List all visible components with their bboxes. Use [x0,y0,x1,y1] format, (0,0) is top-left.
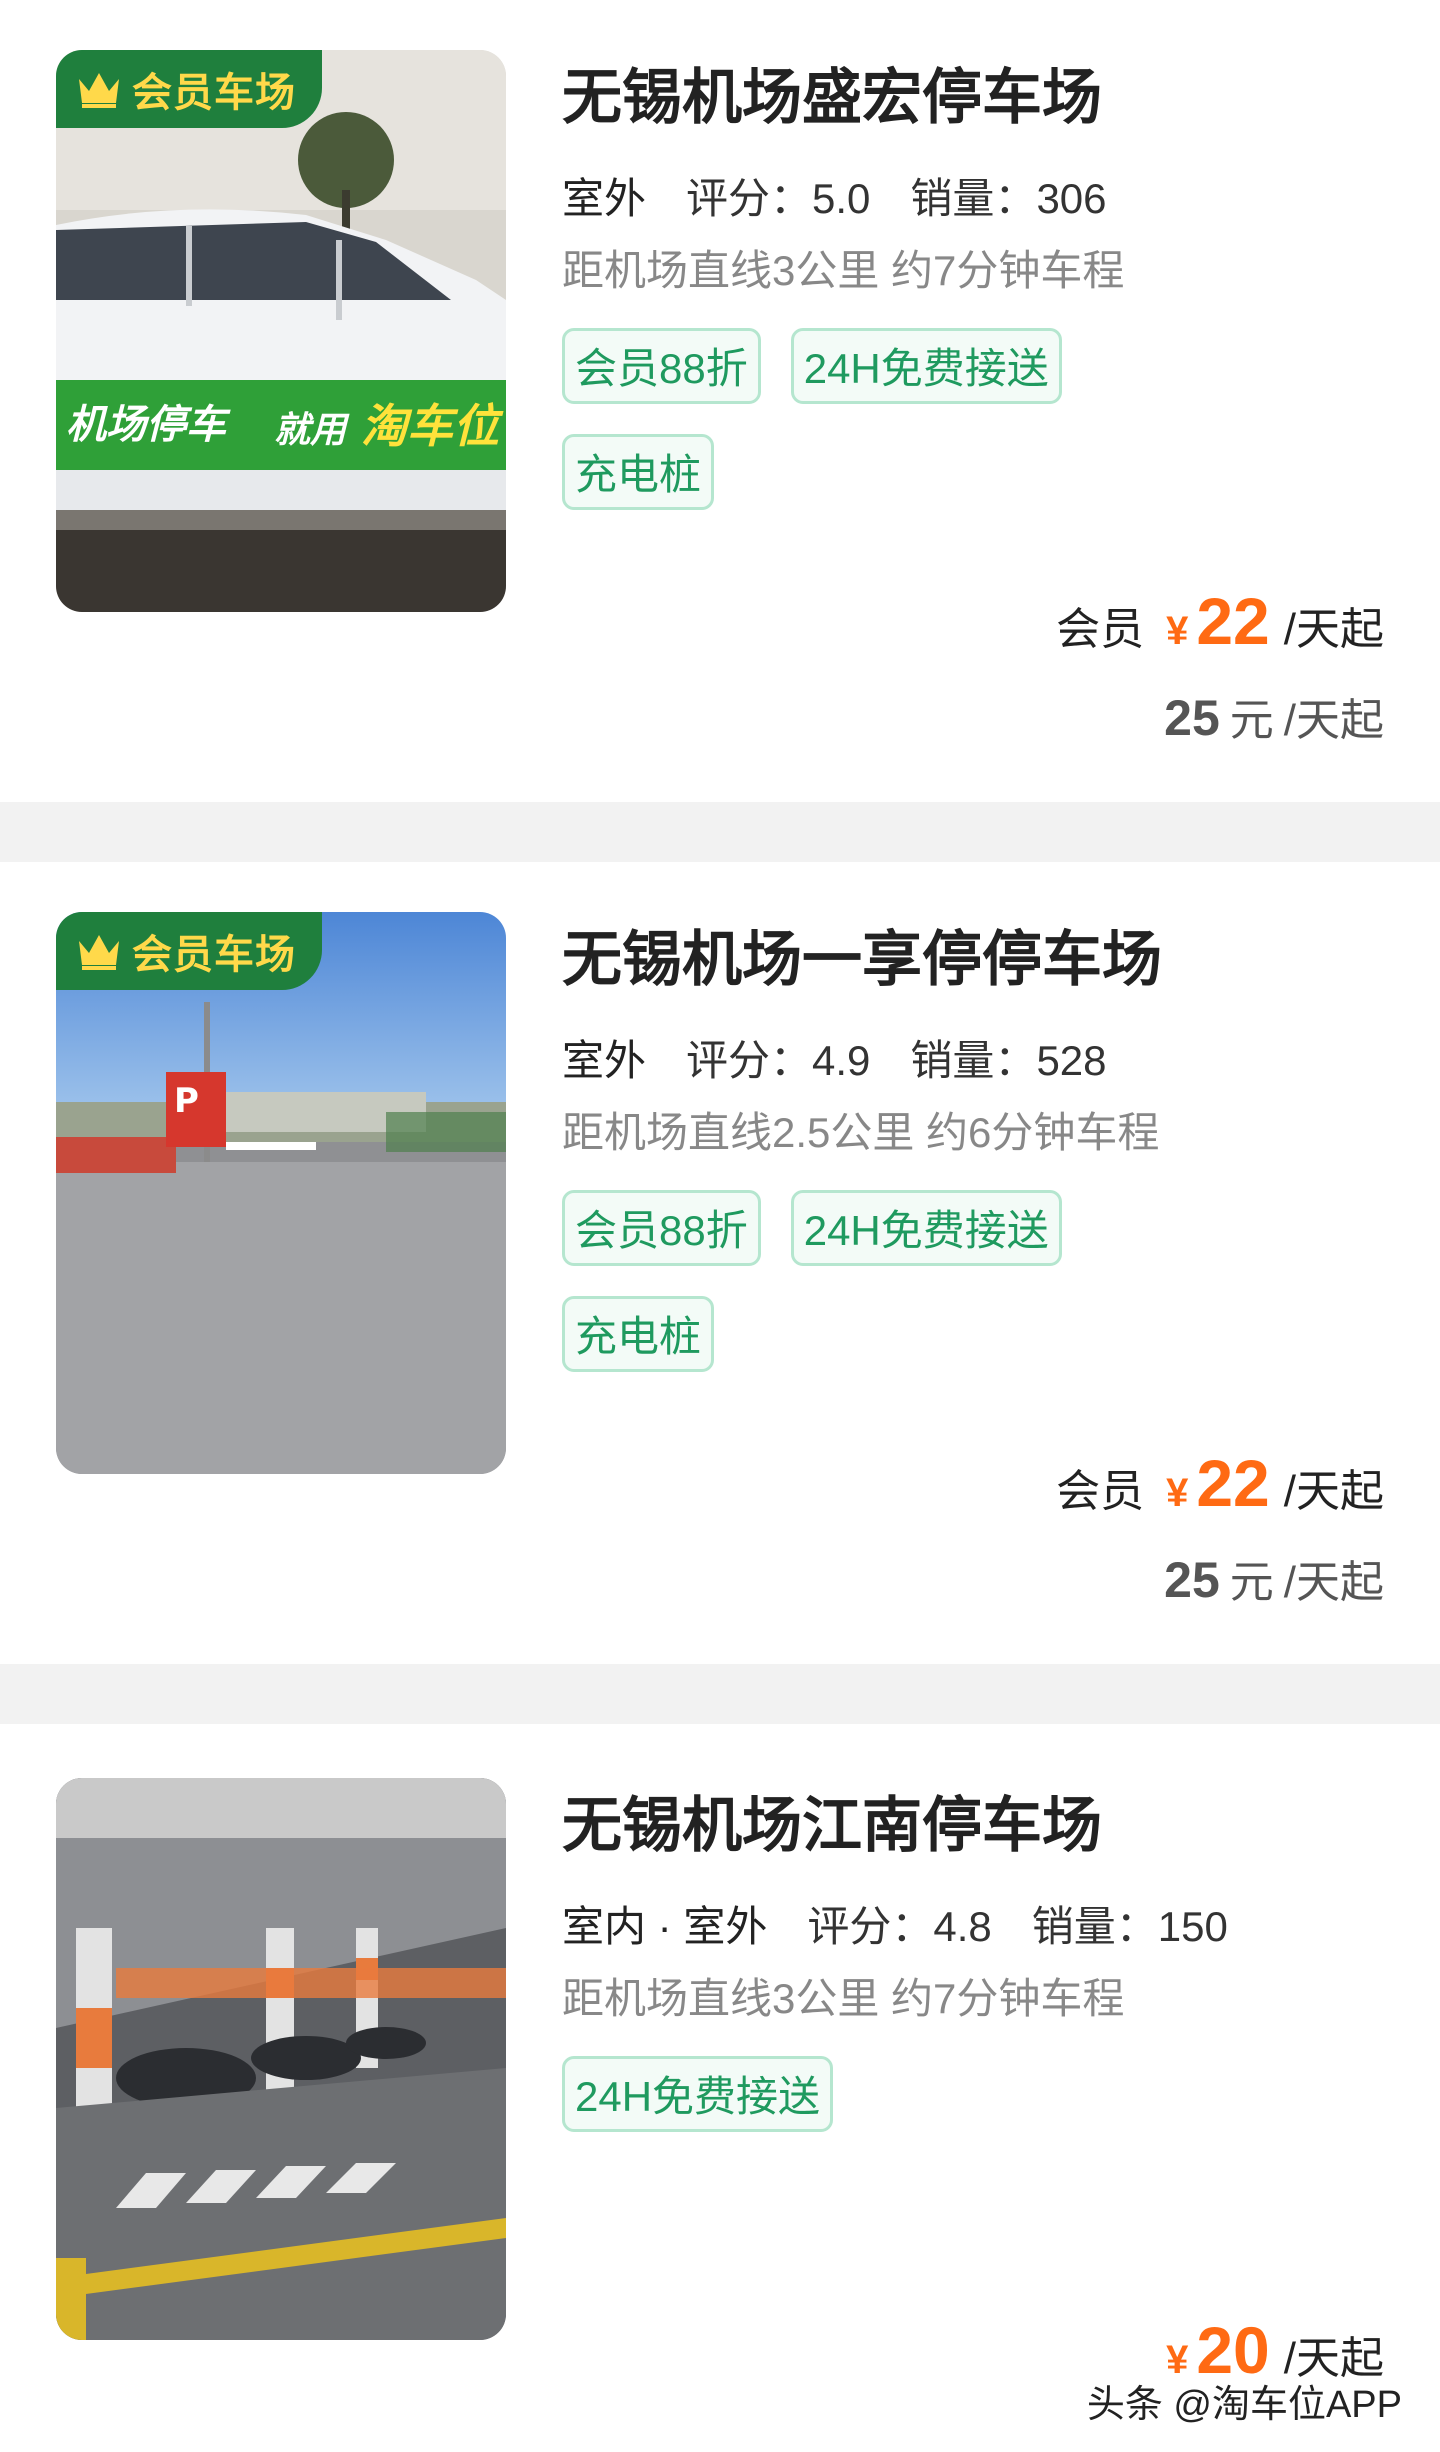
tag-free-shuttle: 24H免费接送 [790,328,1062,404]
rating: 评分：4.8 [807,1902,992,1950]
member-price-label: 会员 [1056,1467,1145,1516]
lot-meta: 室外 评分：4.9 销量：528 [562,1026,1384,1094]
environment-label: 室外 [562,165,647,232]
price-unit: /天起 [1283,605,1384,654]
distance-text: 距机场直线3公里 约7分钟车程 [562,1975,1125,2022]
lot-name[interactable]: 无锡机场盛宏停车场 [562,50,1384,146]
distance-text: 距机场直线3公里 约7分钟车程 [562,247,1125,294]
original-price-value: 25 [1164,1552,1220,1608]
indoor-lot-photo-image [56,1778,506,2340]
lot-photo[interactable]: P 会员车场 [56,912,506,1474]
parking-card-1[interactable]: 机场停车 就用 淘车位 会员车场 无锡机场盛宏停车场 室外 评分：5.0 销量：… [0,0,1440,802]
feature-tags: 会员88折 24H免费接送 充电桩 [562,328,1122,510]
original-price-currency: 元 [1229,696,1274,745]
sales: 销量：150 [1031,1902,1228,1950]
banner-text-2: 就用 [274,410,350,451]
tag-charging-pile: 充电桩 [562,434,715,510]
tag-free-shuttle: 24H免费接送 [562,2056,834,2132]
price-unit: /天起 [1283,1467,1384,1516]
banner-text-1: 机场停车 [66,402,231,448]
price-value: 22 [1196,584,1270,658]
original-price-currency: 元 [1229,1558,1274,1607]
original-price-value: 25 [1164,690,1220,746]
vip-lot-badge: 会员车场 [56,50,322,128]
parking-sign-letter: P [174,1081,199,1121]
vip-lot-badge: 会员车场 [56,912,322,990]
outdoor-lot-photo-image: P [56,912,506,1474]
banner-text-3: 淘车位 [361,399,504,453]
feature-tags: 会员88折 24H免费接送 充电桩 [562,1190,1122,1372]
tag-member-discount: 会员88折 [562,1190,761,1266]
parking-card-3[interactable]: 无锡机场江南停车场 室内 · 室外 评分：4.8 销量：150 距机场直线3公里… [0,1724,1440,2452]
tag-charging-pile: 充电桩 [562,1296,715,1372]
original-price: 25 元 /天起 [1164,684,1384,748]
tag-member-discount: 会员88折 [562,328,761,404]
rating: 评分：4.9 [686,1036,871,1084]
van-photo-image: 机场停车 就用 淘车位 [56,50,506,612]
lot-meta: 室外 评分：5.0 销量：306 [562,164,1384,232]
lot-meta: 室内 · 室外 评分：4.8 销量：150 [562,1892,1384,1960]
distance-text: 距机场直线2.5公里 约6分钟车程 [562,1109,1160,1156]
sales: 销量：306 [910,174,1107,222]
sales: 销量：528 [910,1036,1107,1084]
currency-symbol: ¥ [1166,1471,1189,1515]
tag-free-shuttle: 24H免费接送 [790,1190,1062,1266]
source-watermark: 头条 @淘车位APP [1086,2384,1402,2426]
parking-card-2[interactable]: P 会员车场 无锡机场一享停停车场 室外 评分：4.9 销量：528 距机场直线… [0,862,1440,1664]
original-price: 25 元 /天起 [1164,1546,1384,1610]
environment-label: 室内 · 室外 [562,1893,768,1960]
rating: 评分：5.0 [686,174,871,222]
environment-label: 室外 [562,1027,647,1094]
member-price: 会员 ¥ 22 /天起 [1056,1445,1384,1521]
vip-lot-badge-label: 会员车场 [132,71,296,115]
lot-name[interactable]: 无锡机场江南停车场 [562,1778,1384,1874]
member-price: 会员 ¥ 22 /天起 [1056,583,1384,659]
original-price-unit: /天起 [1283,1558,1384,1607]
original-price-unit: /天起 [1283,696,1384,745]
member-price-label: 会员 [1056,605,1145,654]
currency-symbol: ¥ [1166,609,1189,653]
lot-photo[interactable]: 机场停车 就用 淘车位 会员车场 [56,50,506,612]
lot-name[interactable]: 无锡机场一享停停车场 [562,912,1384,1008]
price-value: 22 [1196,1446,1270,1520]
feature-tags: 24H免费接送 [562,2056,1122,2132]
lot-photo[interactable] [56,1778,506,2340]
crown-icon [79,935,119,970]
crown-icon [79,73,119,108]
vip-lot-badge-label: 会员车场 [132,933,296,977]
